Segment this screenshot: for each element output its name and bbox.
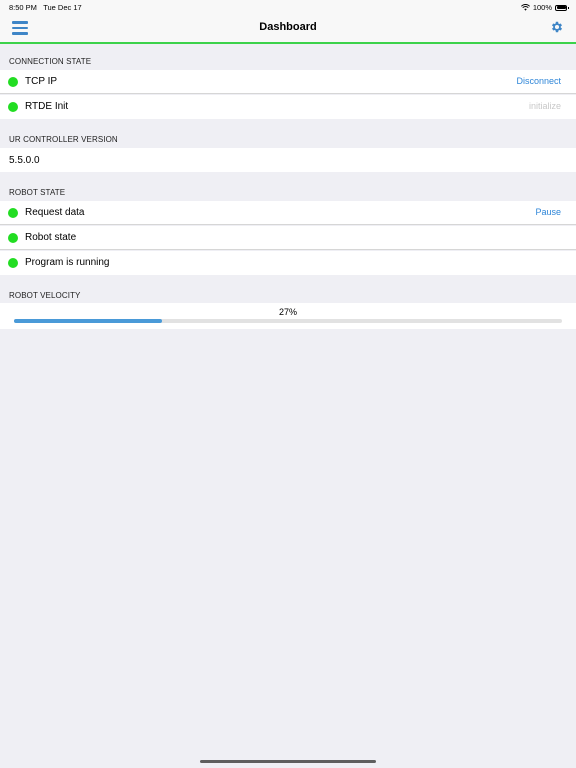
list-item-rtde-init: RTDE Init initialize — [0, 95, 576, 119]
robot-velocity-panel: 27% — [0, 303, 576, 329]
page-title: Dashboard — [259, 21, 317, 33]
program-running-label: Program is running — [25, 257, 110, 268]
robot-state-header: ROBOT STATE — [9, 188, 66, 197]
controller-version-row: 5.5.0.0 — [0, 148, 576, 172]
status-time: 8:50 PM Tue Dec 17 — [9, 3, 82, 12]
status-indicator-icon — [8, 233, 18, 243]
status-bar: 8:50 PM Tue Dec 17 100% — [0, 0, 576, 14]
controller-version-value: 5.5.0.0 — [9, 155, 40, 166]
velocity-progress-bar — [14, 319, 562, 323]
robot-state-label: Robot state — [25, 232, 77, 243]
robot-velocity-header: ROBOT VELOCITY — [9, 291, 81, 300]
initialize-button[interactable]: initialize — [529, 101, 561, 111]
status-indicators: 100% — [520, 3, 569, 12]
list-item-tcp-ip: TCP IP Disconnect — [0, 70, 576, 94]
status-indicator-icon — [8, 258, 18, 268]
status-indicator-icon — [8, 102, 18, 112]
list-item-request-data: Request data Pause — [0, 201, 576, 225]
pause-button[interactable]: Pause — [535, 207, 561, 217]
battery-icon — [555, 4, 569, 11]
gear-icon[interactable] — [550, 20, 564, 34]
connection-state-header: CONNECTION STATE — [9, 57, 92, 66]
status-indicator-icon — [8, 77, 18, 87]
navigation-bar: Dashboard — [0, 14, 576, 44]
list-item-program-running: Program is running — [0, 251, 576, 275]
disconnect-button[interactable]: Disconnect — [516, 76, 561, 86]
list-item-robot-state: Robot state — [0, 226, 576, 250]
status-indicator-icon — [8, 208, 18, 218]
request-data-label: Request data — [25, 207, 85, 218]
velocity-percent-label: 27% — [278, 307, 297, 317]
tcp-ip-label: TCP IP — [25, 76, 58, 87]
battery-percent: 100% — [532, 3, 552, 12]
velocity-progress-fill — [14, 319, 162, 323]
wifi-icon — [520, 4, 530, 11]
rtde-init-label: RTDE Init — [25, 101, 69, 112]
controller-version-header: UR CONTROLLER VERSION — [9, 135, 118, 144]
home-indicator[interactable] — [200, 760, 376, 763]
